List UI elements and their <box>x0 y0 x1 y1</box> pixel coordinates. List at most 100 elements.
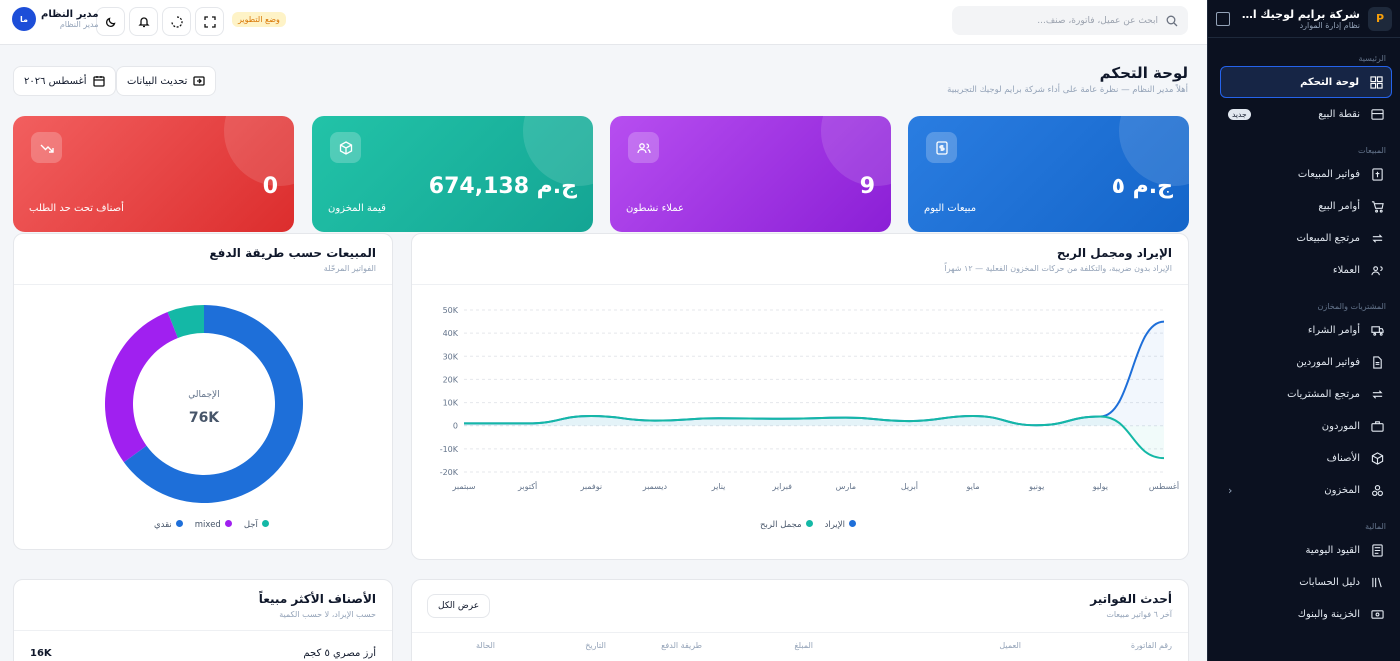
package-icon <box>330 132 361 163</box>
sidebar-item-accounts[interactable]: دليل الحسابات <box>1220 566 1392 598</box>
card-divider <box>14 630 392 631</box>
sidebar-item-label: أوامر الشراء <box>1307 324 1360 336</box>
sidebar-item-stock[interactable]: المخزون ‹ <box>1220 474 1392 506</box>
x-tick-label: أغسطس <box>1149 481 1179 491</box>
sidebar-section-title: المالية <box>1365 522 1386 531</box>
kpi-value: 0 <box>262 174 278 199</box>
date-label: أغسطس ٢٠٢٦ <box>24 75 87 87</box>
sidebar-header: P شركة برايم لوجيك التجر... نظام إدارة ا… <box>1208 0 1400 38</box>
y-tick-label: 20K <box>443 375 459 384</box>
top-item-name: أرز مصري ٥ كجم <box>303 648 376 659</box>
kpi-decoration <box>224 116 294 186</box>
x-tick-label: مارس <box>836 482 856 491</box>
bell-icon <box>137 16 150 27</box>
x-tick-label: ديسمبر <box>642 482 668 491</box>
sidebar-item-users[interactable]: العملاء <box>1220 254 1392 286</box>
kpi-label: مبيعات اليوم <box>924 203 977 214</box>
x-tick-label: فبراير <box>771 482 792 491</box>
sidebar-item-dashboard[interactable]: لوحة التحكم <box>1220 66 1392 98</box>
card-subtitle: الفواتير المرحّلة <box>323 264 376 273</box>
sidebar-section-title: الرئيسية <box>1358 54 1386 63</box>
new-badge: جديد <box>1228 108 1251 120</box>
collapse-sidebar-icon[interactable] <box>1216 11 1230 26</box>
kpi-card-today-sales[interactable]: ج.م ٥ مبيعات اليوم <box>908 116 1189 232</box>
revenue-line-chart: 50K 40K 30K 20K 10K 0 -10K -20K سبتمبر أكتوبر نوفم… <box>440 306 1179 491</box>
refresh-icon <box>193 76 206 86</box>
donut-center-value: 76K <box>189 410 220 426</box>
sidebar-item-cart[interactable]: أوامر البيع <box>1220 190 1392 222</box>
series-line-0 <box>463 320 1165 427</box>
bank-icon <box>1370 607 1384 621</box>
card-subtitle: آخر ٦ فواتير مبيعات <box>1106 610 1172 619</box>
card-subtitle: الإيراد بدون ضريبة، والتكلفة من حركات ال… <box>944 264 1172 273</box>
cash-icon <box>926 132 957 163</box>
y-tick-label: 50K <box>443 306 459 315</box>
activity-button[interactable] <box>162 7 191 36</box>
card-subtitle: حسب الإيراد، لا حسب الكمية <box>279 610 376 619</box>
kpi-value: ج.م 674,138 <box>428 174 577 199</box>
kpi-card-inventory-value[interactable]: ج.م 674,138 قيمة المخزون <box>312 116 593 232</box>
y-tick-label: 40K <box>443 329 459 338</box>
sidebar-item-document[interactable]: فواتير الموردين <box>1220 346 1392 378</box>
chevron-left-icon: ‹ <box>1228 483 1233 497</box>
legend-item-profit: مجمل الربح <box>760 520 813 530</box>
invoice-icon <box>1370 167 1384 181</box>
donut-slice-1 <box>104 311 178 463</box>
legend-label: مجمل الربح <box>760 520 802 530</box>
kpi-card-low-stock[interactable]: 0 أصناف تحت حد الطلب <box>13 116 294 232</box>
kpi-label: أصناف تحت حد الطلب <box>29 203 124 214</box>
card-title: الإيراد ومجمل الربح <box>1056 246 1172 260</box>
sidebar-item-return[interactable]: مرتجع المشتريات <box>1220 378 1392 410</box>
view-all-button[interactable]: عرض الكل <box>427 594 491 618</box>
card-title: أحدث الفواتير <box>1090 592 1172 606</box>
date-filter-button[interactable]: أغسطس ٢٠٢٦ <box>13 66 116 96</box>
legend-label: الإيراد <box>824 520 846 530</box>
sidebar-item-label: لوحة التحكم <box>1300 76 1359 88</box>
dashboard-icon <box>1369 75 1383 89</box>
sidebar-item-truck[interactable]: أوامر الشراء <box>1220 314 1392 346</box>
sidebar-item-invoice[interactable]: فواتير المبيعات <box>1220 158 1392 190</box>
notifications-button[interactable] <box>129 7 158 36</box>
sidebar-item-journal[interactable]: القيود اليومية <box>1220 534 1392 566</box>
users-icon <box>628 132 659 163</box>
sidebar-item-return[interactable]: مرتجع المبيعات <box>1220 222 1392 254</box>
kpi-label: عملاء نشطون <box>626 203 685 214</box>
x-tick-label: أكتوبر <box>517 481 537 491</box>
refresh-data-button[interactable]: تحديث البيانات <box>116 66 217 96</box>
top-item-value: 16K <box>30 648 52 659</box>
card-title: الأصناف الأكثر مبيعاً <box>258 592 376 606</box>
page-subtitle: أهلاً مدير النظام — نظرة عامة على أداء ش… <box>947 85 1188 95</box>
kpi-label: قيمة المخزون <box>328 203 386 214</box>
truck-icon <box>1370 323 1384 337</box>
sidebar-item-label: الخزينة والبنوك <box>1297 608 1360 620</box>
search-input[interactable]: ابحث عن عميل، فاتورة، صنف... <box>952 6 1188 35</box>
x-tick-label: يوليو <box>1092 482 1108 491</box>
main-content: لوحة التحكم أهلاً مدير النظام — نظرة عام… <box>0 45 1207 661</box>
top-items-card: الأصناف الأكثر مبيعاً حسب الإيراد، لا حس… <box>13 579 393 661</box>
system-subtitle: نظام إدارة الموارد <box>1299 20 1360 30</box>
theme-toggle-button[interactable] <box>96 7 125 36</box>
card-divider <box>14 284 392 285</box>
y-tick-label: -20K <box>440 468 459 477</box>
column-header: المبلغ <box>794 641 813 650</box>
sidebar-item-label: فواتير المبيعات <box>1297 168 1360 180</box>
return-icon <box>1370 387 1384 401</box>
sidebar: P شركة برايم لوجيك التجر... نظام إدارة ا… <box>1207 0 1400 661</box>
sidebar-item-bank[interactable]: الخزينة والبنوك <box>1220 598 1392 630</box>
activity-icon <box>170 15 183 28</box>
sidebar-item-supplier[interactable]: الموردون <box>1220 410 1392 442</box>
cart-icon <box>1370 199 1384 213</box>
x-tick-label: سبتمبر <box>452 482 476 491</box>
sidebar-item-label: مرتجع المشتريات <box>1287 388 1360 400</box>
legend-dot <box>805 520 813 527</box>
sidebar-item-pos[interactable]: نقطة البيع جديد <box>1220 98 1392 130</box>
return-icon <box>1370 231 1384 245</box>
legend-item-deferred: آجل <box>244 520 269 530</box>
fullscreen-button[interactable] <box>195 7 224 36</box>
legend-item-cash: نقدي <box>154 520 183 530</box>
sidebar-item-box[interactable]: الأصناف <box>1220 442 1392 474</box>
kpi-card-active-customers[interactable]: 9 عملاء نشطون <box>610 116 891 232</box>
user-menu[interactable]: مدير النظام مدير النظام ما <box>12 7 99 31</box>
pos-icon <box>1370 107 1384 121</box>
sidebar-item-label: العملاء <box>1332 264 1360 276</box>
